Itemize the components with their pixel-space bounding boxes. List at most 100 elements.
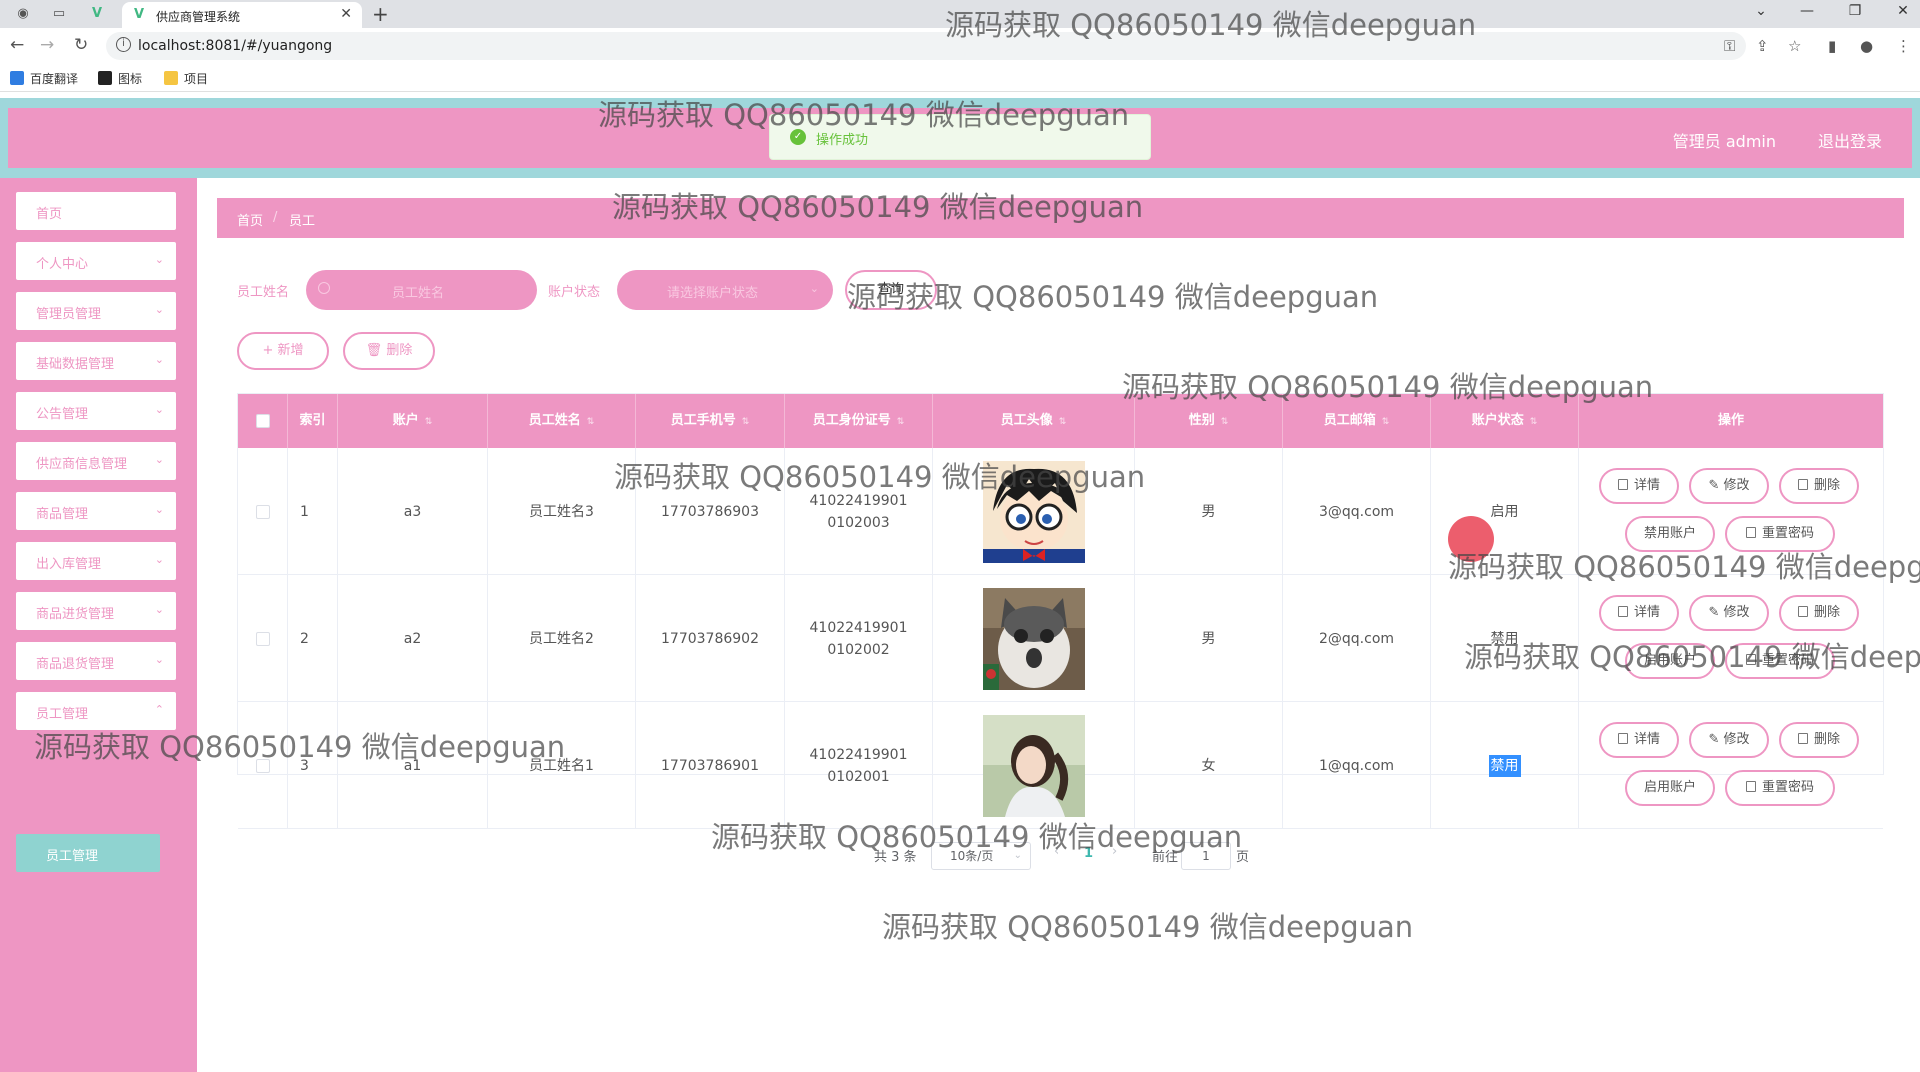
girl-avatar[interactable] <box>982 714 1085 817</box>
sidepanel-icon[interactable]: ▮ <box>1828 37 1836 55</box>
bookmark-icons[interactable]: 图标 <box>98 70 142 87</box>
url-field[interactable]: i localhost:8081/#/yuangong <box>106 32 1746 60</box>
key-icon[interactable]: ⚿ <box>1724 37 1735 55</box>
watermark-text: 源码获取 QQ86050149 微信deepguan <box>945 8 1477 42</box>
search-icon <box>318 282 330 294</box>
select-all-checkbox[interactable] <box>256 414 270 428</box>
name-search-input[interactable]: 员工姓名 <box>306 270 537 310</box>
sidebar-subitem-employee[interactable]: 员工管理 <box>16 834 160 872</box>
forward-icon[interactable]: → <box>40 35 54 55</box>
back-icon[interactable]: ← <box>10 35 24 55</box>
cell-idcard: 410224199010102002 <box>809 619 908 658</box>
document-icon <box>1745 781 1756 792</box>
sort-icon[interactable]: ⇅ <box>742 417 750 427</box>
sort-icon[interactable]: ⇅ <box>1530 417 1538 427</box>
tab-search-icon[interactable]: ⌄ <box>1746 3 1776 19</box>
site-info-icon[interactable]: i <box>116 37 131 52</box>
sidebar-item-stock[interactable]: 出入库管理 ⌄ <box>16 542 176 580</box>
sort-icon[interactable]: ⇅ <box>1382 417 1390 427</box>
vue-tab[interactable]: V <box>84 4 110 24</box>
detail-button[interactable]: 详情 <box>1599 468 1679 504</box>
reset-password-button[interactable]: 重置密码 <box>1725 770 1835 806</box>
detail-button[interactable]: 详情 <box>1599 595 1679 631</box>
col-avatar[interactable]: 员工头像 ⇅ <box>933 394 1135 448</box>
sidebar-item-goods[interactable]: 商品管理 ⌄ <box>16 492 176 530</box>
folder-icon <box>164 71 178 85</box>
cell-index: 2 <box>288 575 338 702</box>
bookmark-projects[interactable]: 项目 <box>164 70 208 87</box>
detail-button[interactable]: 详情 <box>1599 722 1679 758</box>
browser-tab-active[interactable]: V 供应商管理系统 ✕ <box>122 2 362 28</box>
chevron-down-icon: ⌄ <box>154 303 164 316</box>
sidebar-item-basedata[interactable]: 基础数据管理 ⌄ <box>16 342 176 380</box>
chevron-down-icon: ⌄ <box>154 353 164 366</box>
document-icon <box>1617 479 1628 490</box>
delete-button[interactable]: 删除 <box>1779 595 1859 631</box>
cell-phone: 17703786901 <box>636 702 785 829</box>
row-checkbox[interactable] <box>255 631 270 646</box>
watermark-text: 源码获取 QQ86050149 微信deepguan <box>1464 640 1920 674</box>
chrome-icon[interactable]: ◉ <box>10 4 36 24</box>
reload-icon[interactable]: ↻ <box>74 35 88 55</box>
chevron-down-icon: ⌄ <box>154 653 164 666</box>
bookmark-translate[interactable]: 百度翻译 <box>10 70 78 87</box>
blank-tab[interactable]: ▭ <box>46 4 72 24</box>
breadcrumb-home[interactable]: 首页 <box>237 210 263 229</box>
cat-avatar[interactable] <box>982 587 1085 690</box>
profile-icon[interactable]: ● <box>1860 37 1873 55</box>
trash-icon <box>1797 606 1808 617</box>
logout-link[interactable]: 退出登录 <box>1818 128 1882 152</box>
batch-delete-button[interactable]: 🗑 删除 <box>343 332 435 370</box>
sidebar-item-profile[interactable]: 个人中心 ⌄ <box>16 242 176 280</box>
share-icon[interactable]: ⇪ <box>1756 37 1769 55</box>
cell-index: 1 <box>288 448 338 575</box>
chevron-down-icon: ⌄ <box>809 282 819 295</box>
status-select[interactable]: 请选择账户状态 ⌄ <box>617 270 833 310</box>
sidebar-item-purchase[interactable]: 商品进货管理 ⌄ <box>16 592 176 630</box>
watermark-text: 源码获取 QQ86050149 微信deepguan <box>1448 550 1920 584</box>
bookmark-star-icon[interactable]: ☆ <box>1788 37 1801 55</box>
sidebar-item-supplier[interactable]: 供应商信息管理 ⌄ <box>16 442 176 480</box>
add-button[interactable]: + 新增 <box>237 332 329 370</box>
cell-account: a3 <box>338 448 488 575</box>
edit-button[interactable]: ✎ 修改 <box>1689 468 1769 504</box>
edit-button[interactable]: ✎ 修改 <box>1689 722 1769 758</box>
sidebar-item-return[interactable]: 商品退货管理 ⌄ <box>16 642 176 680</box>
row-checkbox[interactable] <box>255 504 270 519</box>
col-name[interactable]: 员工姓名 ⇅ <box>488 394 636 448</box>
new-tab-button[interactable]: + <box>372 2 389 26</box>
sort-icon[interactable]: ⇅ <box>1059 417 1067 427</box>
cell-phone: 17703786902 <box>636 575 785 702</box>
delete-button[interactable]: 删除 <box>1779 468 1859 504</box>
close-window-button[interactable]: ✕ <box>1888 3 1918 19</box>
sidebar-item-home[interactable]: 首页 <box>16 192 176 230</box>
sort-icon[interactable]: ⇅ <box>1221 417 1229 427</box>
sidebar-item-notice[interactable]: 公告管理 ⌄ <box>16 392 176 430</box>
menu-dots-icon[interactable]: ⋮ <box>1896 37 1911 55</box>
sort-icon[interactable]: ⇅ <box>897 417 905 427</box>
sort-icon[interactable]: ⇅ <box>587 417 595 427</box>
col-account[interactable]: 账户 ⇅ <box>338 394 488 448</box>
minimize-button[interactable]: — <box>1792 3 1822 19</box>
bookmarks-bar: 百度翻译 图标 项目 <box>0 64 1920 92</box>
toggle-account-button[interactable]: 启用账户 <box>1625 770 1715 806</box>
delete-button[interactable]: 删除 <box>1779 722 1859 758</box>
sort-icon[interactable]: ⇅ <box>425 417 433 427</box>
chevron-down-icon: ⌄ <box>154 603 164 616</box>
chevron-down-icon: ⌄ <box>154 403 164 416</box>
status-filter-label: 账户状态 <box>548 285 601 300</box>
cell-email: 2@qq.com <box>1283 575 1431 702</box>
breadcrumb-separator: / <box>273 210 278 225</box>
restore-button[interactable]: ❐ <box>1840 3 1870 19</box>
edit-button[interactable]: ✎ 修改 <box>1689 595 1769 631</box>
cell-gender: 男 <box>1135 575 1283 702</box>
select-all-cell <box>238 394 288 448</box>
col-idcard[interactable]: 员工身份证号 ⇅ <box>785 394 933 448</box>
vue-logo-icon: V <box>134 7 145 22</box>
tab-close-icon[interactable]: ✕ <box>340 6 352 22</box>
col-phone[interactable]: 员工手机号 ⇅ <box>636 394 785 448</box>
watermark-text: 源码获取 QQ86050149 微信deepguan <box>612 190 1144 224</box>
watermark-text: 源码获取 QQ86050149 微信deepguan <box>711 820 1243 854</box>
watermark-text: 源码获取 QQ86050149 微信deepguan <box>34 730 566 764</box>
sidebar-item-admins[interactable]: 管理员管理 ⌄ <box>16 292 176 330</box>
